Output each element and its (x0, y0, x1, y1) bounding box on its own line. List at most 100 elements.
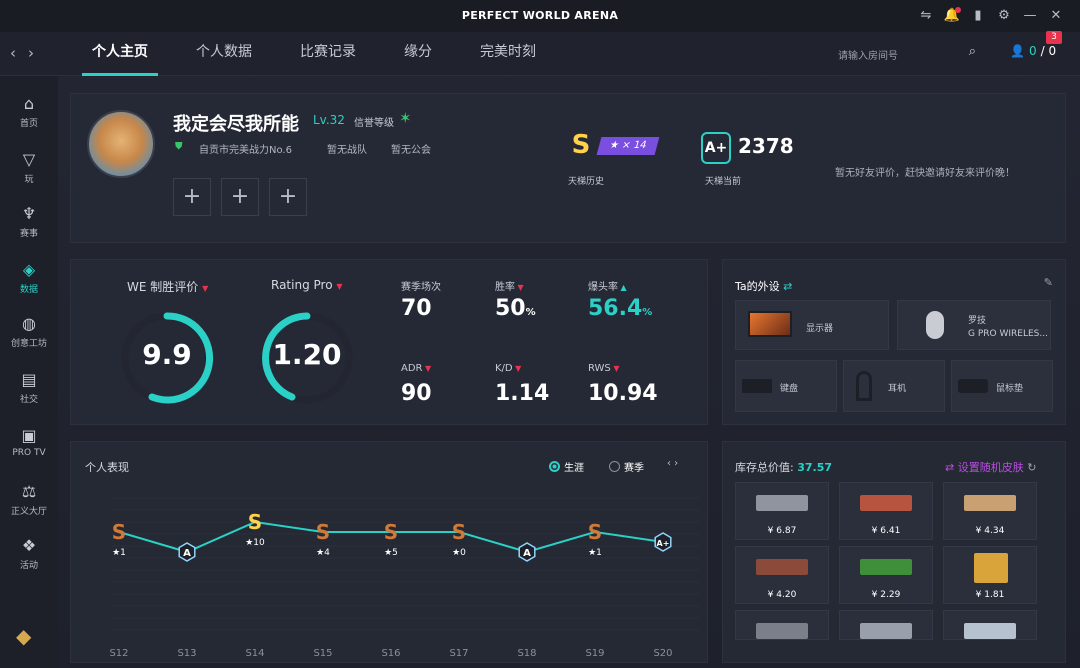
mouse-card[interactable]: 罗技 G PRO WIRELES... (897, 300, 1051, 350)
inventory-item[interactable]: ¥ 4.34 (943, 482, 1037, 540)
random-skin-button[interactable]: ⇄ 设置随机皮肤 ↻ (945, 459, 1036, 475)
sidebar-label: 首页 (19, 119, 38, 129)
sidebar: ⌂ 首页 ▽ 玩 ♆ 赛事 ◈ 数据 ◍ 创意工坊 ▤ 社交 ▣ PRO TV ⚖ 正义大厅 ❖ 活动 ◆ (0, 76, 58, 668)
sidebar-label: 创意工坊 (10, 339, 47, 349)
team-label: 自贡市完美战力No.6 (199, 145, 292, 156)
edit-icon[interactable]: ✎ (1044, 276, 1053, 289)
mouse-icon (926, 311, 944, 339)
case-icon (974, 553, 1008, 583)
sidebar-label: 数据 (19, 285, 38, 295)
stat-label: 赛季场次 (401, 282, 441, 293)
app-root: PERFECT WORLD ARENA ⇋ 🔔 ▮ ⚙ — ✕ ‹ › 个人主页个… (0, 0, 1080, 668)
inventory-item[interactable]: ¥ 6.41 (839, 482, 933, 540)
data-icon: ◈ (22, 260, 36, 279)
sidebar-item-1[interactable]: ▽ 玩 (0, 150, 58, 185)
profile-card: 我定会尽我所能 Lv.32 信誉等级 ✶ ⛊ 自贡市完美战力No.6 暂无战队 … (70, 93, 1066, 243)
friend-eval: 暂无好友评价，赶快邀请好友来评价晚！ (835, 168, 1015, 179)
back-icon[interactable]: ‹ (10, 44, 16, 62)
inventory-item[interactable]: ¥ 6.87 (735, 482, 829, 540)
scale-icon: ⚖ (21, 482, 37, 501)
sidebar-label: 玩 (24, 175, 34, 185)
x-tick-label: S13 (177, 648, 196, 659)
tab-0[interactable]: 个人主页 (82, 32, 158, 76)
tab-2[interactable]: 比赛记录 (290, 32, 366, 76)
sidebar-item-6[interactable]: ▣ PRO TV (0, 426, 58, 458)
sidebar-item-4[interactable]: ◍ 创意工坊 (0, 314, 58, 349)
friends-status[interactable]: 👤 0 / 0 (1010, 44, 1056, 58)
bell-icon[interactable]: 🔔 (942, 6, 962, 26)
signal-icon[interactable]: ▮ (968, 6, 988, 26)
rank-point: S (588, 520, 602, 544)
keyboard-card[interactable]: 键盘 (735, 360, 837, 412)
weapon-icon (964, 495, 1016, 511)
credit-label: 信誉等级 (354, 118, 394, 129)
star-label: ★1 (112, 548, 126, 558)
avatar[interactable] (87, 110, 155, 178)
main-tabs: 个人主页 个人数据 比赛记录 缘分 完美时刻 (82, 32, 574, 76)
minimize-icon[interactable]: — (1020, 6, 1040, 26)
sidebar-item-0[interactable]: ⌂ 首页 (0, 94, 58, 129)
inventory-item[interactable]: ¥ 1.81 (943, 546, 1037, 604)
ladder-current-label: 天梯当前 (705, 177, 742, 187)
inventory-item[interactable] (735, 610, 829, 640)
weapon-icon (860, 559, 912, 575)
weapon-icon (756, 559, 808, 575)
search-placeholder: 请输入房间号 (838, 51, 898, 62)
tab-1[interactable]: 个人数据 (186, 32, 262, 76)
svg-text:S: S (316, 520, 330, 544)
weapon-icon (756, 623, 808, 639)
add-slot-2[interactable]: + (221, 178, 259, 216)
weapon-icon (860, 495, 912, 511)
svg-text:A: A (523, 548, 531, 559)
close-icon[interactable]: ✕ (1046, 6, 1066, 26)
sidebar-item-7[interactable]: ⚖ 正义大厅 (0, 482, 58, 517)
inventory-item[interactable]: ¥ 4.20 (735, 546, 829, 604)
sidebar-item-3[interactable]: ◈ 数据 (0, 260, 58, 295)
stats-panel: WE 制胜评价 ▼ Rating Pro ▼ 9.9 1.20 赛季场次 70 胜率… (70, 259, 708, 425)
add-slot-1[interactable]: + (173, 178, 211, 216)
sidebar-label: 正义大厅 (10, 507, 47, 517)
inventory-panel: 库存总价值: 37.57 ⇄ 设置随机皮肤 ↻ ¥ 6.87 ¥ 6.41 ¥ 4.… (722, 441, 1066, 663)
inventory-item[interactable]: ¥ 2.29 (839, 546, 933, 604)
user-name: 我定会尽我所能 (173, 114, 299, 135)
sidebar-item-5[interactable]: ▤ 社交 (0, 370, 58, 405)
window-controls: ⇋ 🔔 ▮ ⚙ — ✕ (916, 6, 1066, 26)
notification-badge: 3 (1046, 31, 1062, 44)
star-label: ★0 (452, 548, 466, 558)
star-label: ★5 (384, 548, 398, 558)
monitor-card[interactable]: 显示器 (735, 300, 889, 350)
stat-label: ADR ▼ (401, 363, 432, 374)
gear-title: Ta的外设 ⇄ (735, 280, 793, 293)
forward-icon[interactable]: › (28, 44, 34, 62)
ladder-history-label: 天梯历史 (568, 177, 605, 187)
sidebar-item-8[interactable]: ❖ 活动 (0, 536, 58, 571)
svg-text:S: S (248, 510, 262, 534)
tab-3[interactable]: 缘分 (394, 32, 442, 76)
tv-icon: ▣ (21, 426, 37, 445)
mousepad-card[interactable]: 鼠标垫 (951, 360, 1053, 412)
svg-text:S: S (384, 520, 398, 544)
rank-point: A (178, 542, 196, 562)
inventory-item[interactable] (839, 610, 933, 640)
add-slot-3[interactable]: + (269, 178, 307, 216)
rank-point: S (248, 510, 262, 534)
room-search[interactable]: 请输入房间号 ⌕ (830, 41, 982, 67)
inventory-item[interactable] (943, 610, 1037, 640)
item-price: ¥ 6.87 (767, 526, 797, 536)
x-tick-label: S20 (653, 648, 672, 659)
search-icon[interactable]: ⌕ (969, 44, 976, 59)
headset-card[interactable]: 耳机 (843, 360, 945, 412)
credit-icon: ✶ (399, 109, 412, 127)
star-label: ★1 (588, 548, 602, 558)
elo-value: 2378 (738, 134, 794, 158)
home-icon: ⌂ (23, 94, 35, 113)
rank-point: S (384, 520, 398, 544)
svg-text:S: S (588, 520, 602, 544)
switch-icon[interactable]: ⇋ (916, 6, 936, 26)
rank-aplus-icon: A+ (701, 132, 731, 164)
sidebar-label: 活动 (19, 561, 38, 571)
ladder-star: ★ × 14 (596, 137, 660, 155)
tab-4[interactable]: 完美时刻 (470, 32, 546, 76)
sidebar-item-2[interactable]: ♆ 赛事 (0, 204, 58, 239)
settings-icon[interactable]: ⚙ (994, 6, 1014, 26)
